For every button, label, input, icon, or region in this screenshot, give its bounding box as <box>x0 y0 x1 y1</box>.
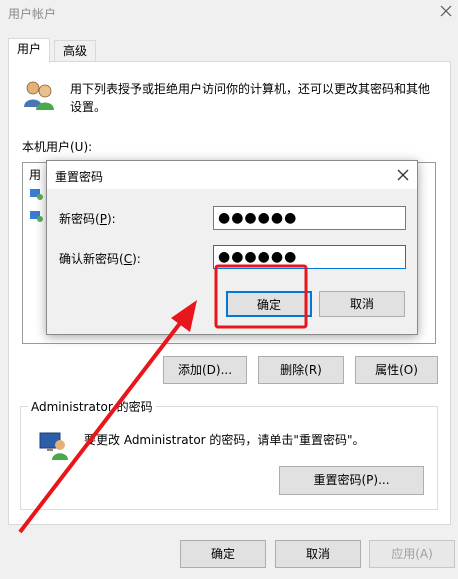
reset-password-button[interactable]: 重置密码(P)... <box>279 466 424 495</box>
dialog-close-icon[interactable] <box>396 168 410 182</box>
reset-password-dialog: 重置密码 新密码(P): ●●●●●● 确认新密码(C): ●●●●●● 确定 … <box>46 160 418 335</box>
new-password-input[interactable]: ●●●●●● <box>213 206 406 230</box>
ok-button[interactable]: 确定 <box>180 540 266 568</box>
properties-button[interactable]: 属性(O) <box>355 356 438 384</box>
confirm-password-input[interactable]: ●●●●●● <box>213 245 406 269</box>
user-icon <box>30 211 43 222</box>
admin-group-text: 要更改 Administrator 的密码，请单击"重置密码"。 <box>84 433 365 447</box>
confirm-password-label: 确认新密码(C): <box>59 252 141 266</box>
list-column-header: 用 <box>29 168 42 182</box>
add-user-button[interactable]: 添加(D)... <box>163 356 247 384</box>
dialog-title: 重置密码 <box>55 170 104 184</box>
admin-group-label: Administrator 的密码 <box>28 398 156 415</box>
users-icon <box>24 81 54 110</box>
remove-user-button[interactable]: 删除(R) <box>258 356 344 384</box>
window-title: 用户帐户 <box>8 7 57 21</box>
apply-button: 应用(A) <box>369 540 455 568</box>
admin-user-icon <box>39 432 68 460</box>
dialog-ok-button[interactable]: 确定 <box>226 291 312 317</box>
users-label: 本机用户(U): <box>22 140 93 154</box>
close-icon[interactable] <box>438 3 454 19</box>
cancel-button[interactable]: 取消 <box>275 540 361 568</box>
tab-users[interactable]: 用户 <box>8 38 51 63</box>
dialog-cancel-button[interactable]: 取消 <box>319 291 405 317</box>
tab-advanced[interactable]: 高级 <box>54 40 97 62</box>
new-password-label: 新密码(P): <box>59 212 116 226</box>
intro-text: 用下列表授予或拒绝用户访问你的计算机，还可以更改其密码和其他设置。 <box>70 82 431 114</box>
user-icon <box>30 189 43 200</box>
